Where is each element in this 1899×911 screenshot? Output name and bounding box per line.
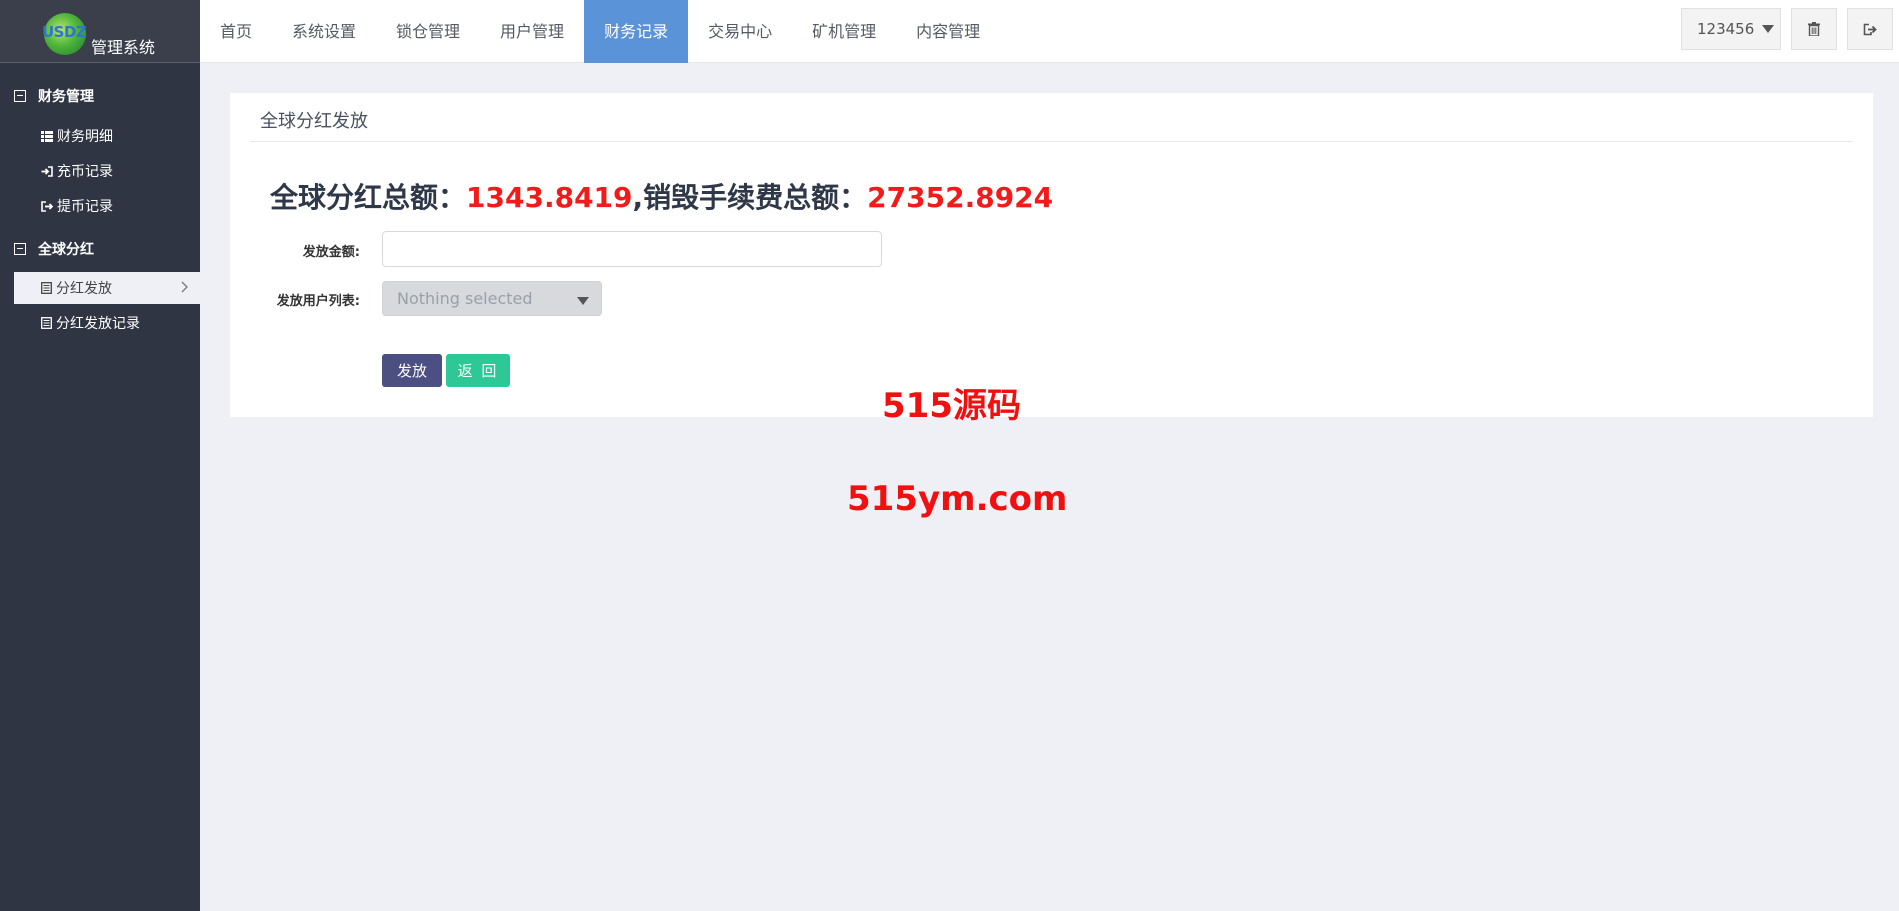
sidebar-item-withdraw-records[interactable]: 提币记录: [14, 190, 200, 222]
distribute-button[interactable]: 发放: [382, 354, 442, 387]
trash-icon: [1808, 22, 1820, 36]
sidebar-item-label: 充币记录: [57, 164, 113, 180]
user-list-label: 发放用户列表:: [276, 294, 360, 309]
collapse-icon: [14, 243, 26, 255]
main-panel: 全球分红发放 全球分红总额：1343.8419,销毁手续费总额：27352.89…: [230, 93, 1873, 417]
amount-label: 发放金额:: [302, 245, 360, 260]
user-list-select[interactable]: Nothing selected: [382, 281, 602, 316]
clear-cache-button[interactable]: [1791, 8, 1837, 50]
brand[interactable]: USDZ 管理系统: [0, 0, 200, 63]
nav-item-finance-records[interactable]: 财务记录: [584, 0, 689, 63]
sidebar-item-label: 财务明细: [57, 129, 113, 145]
caret-down-icon: [577, 297, 589, 305]
list-icon: [41, 130, 53, 142]
document-icon: [41, 317, 52, 329]
divider: [250, 141, 1853, 142]
nav-item-content-management[interactable]: 内容管理: [896, 0, 1000, 63]
nav-item-system-settings[interactable]: 系统设置: [272, 0, 376, 63]
user-name: 123456: [1697, 20, 1755, 38]
top-right-controls: 123456: [1681, 8, 1899, 50]
sign-out-icon: [41, 200, 53, 212]
brand-title: 管理系统: [91, 38, 156, 57]
sidebar-group-label: 全球分红: [38, 242, 94, 258]
document-icon: [41, 282, 52, 294]
amount-input[interactable]: [382, 231, 882, 267]
panel-title: 全球分红发放: [260, 111, 368, 132]
nav-item-home[interactable]: 首页: [200, 0, 272, 63]
watermark-text: 515源码: [882, 386, 1021, 426]
nav-item-miner-management[interactable]: 矿机管理: [792, 0, 896, 63]
sidebar-group-label: 财务管理: [38, 89, 94, 105]
back-button[interactable]: 返 回: [446, 354, 510, 387]
collapse-icon: [14, 90, 26, 102]
sidebar-item-dividend-distribute[interactable]: 分红发放: [14, 272, 200, 304]
logout-button[interactable]: [1847, 8, 1893, 50]
sidebar-item-label: 提币记录: [57, 199, 113, 215]
watermark-url: 515ym.com: [847, 479, 1068, 519]
nav-item-lock-management[interactable]: 锁仓管理: [376, 0, 480, 63]
chevron-right-icon: [181, 281, 188, 297]
sidebar-item-finance-details[interactable]: 财务明细: [14, 120, 200, 152]
fee-total-value: 27352.8924: [867, 181, 1054, 214]
logo-text: USDZ: [42, 23, 87, 41]
nav-item-trading-center[interactable]: 交易中心: [688, 0, 792, 63]
dividend-summary: 全球分红总额：1343.8419,销毁手续费总额：27352.8924: [270, 176, 1053, 216]
sidebar-group-global-dividend[interactable]: 全球分红: [14, 239, 94, 259]
caret-down-icon: [1762, 25, 1775, 33]
sidebar: 财务管理 财务明细 充币记录 提币记录 全球分红 分红发放 分红发放记录: [0, 63, 200, 911]
top-bar: USDZ 管理系统 首页 系统设置 锁仓管理 用户管理 财务记录 交易中心 矿机…: [0, 0, 1899, 63]
nav-item-user-management[interactable]: 用户管理: [480, 0, 584, 63]
sidebar-item-dividend-records[interactable]: 分红发放记录: [14, 307, 200, 339]
logout-icon: [1863, 23, 1877, 35]
sidebar-group-finance[interactable]: 财务管理: [14, 86, 94, 106]
dividend-total-value: 1343.8419: [466, 181, 633, 214]
sidebar-item-deposit-records[interactable]: 充币记录: [14, 155, 200, 187]
fee-total-label: ,销毁手续费总额：: [632, 181, 868, 214]
sidebar-item-label: 分红发放记录: [56, 316, 140, 332]
sign-in-icon: [41, 165, 53, 177]
sidebar-item-label: 分红发放: [56, 281, 112, 297]
dividend-total-label: 全球分红总额：: [270, 181, 467, 214]
select-placeholder: Nothing selected: [397, 289, 533, 308]
user-dropdown[interactable]: 123456: [1681, 8, 1781, 50]
top-nav: 首页 系统设置 锁仓管理 用户管理 财务记录 交易中心 矿机管理 内容管理: [200, 0, 1000, 63]
